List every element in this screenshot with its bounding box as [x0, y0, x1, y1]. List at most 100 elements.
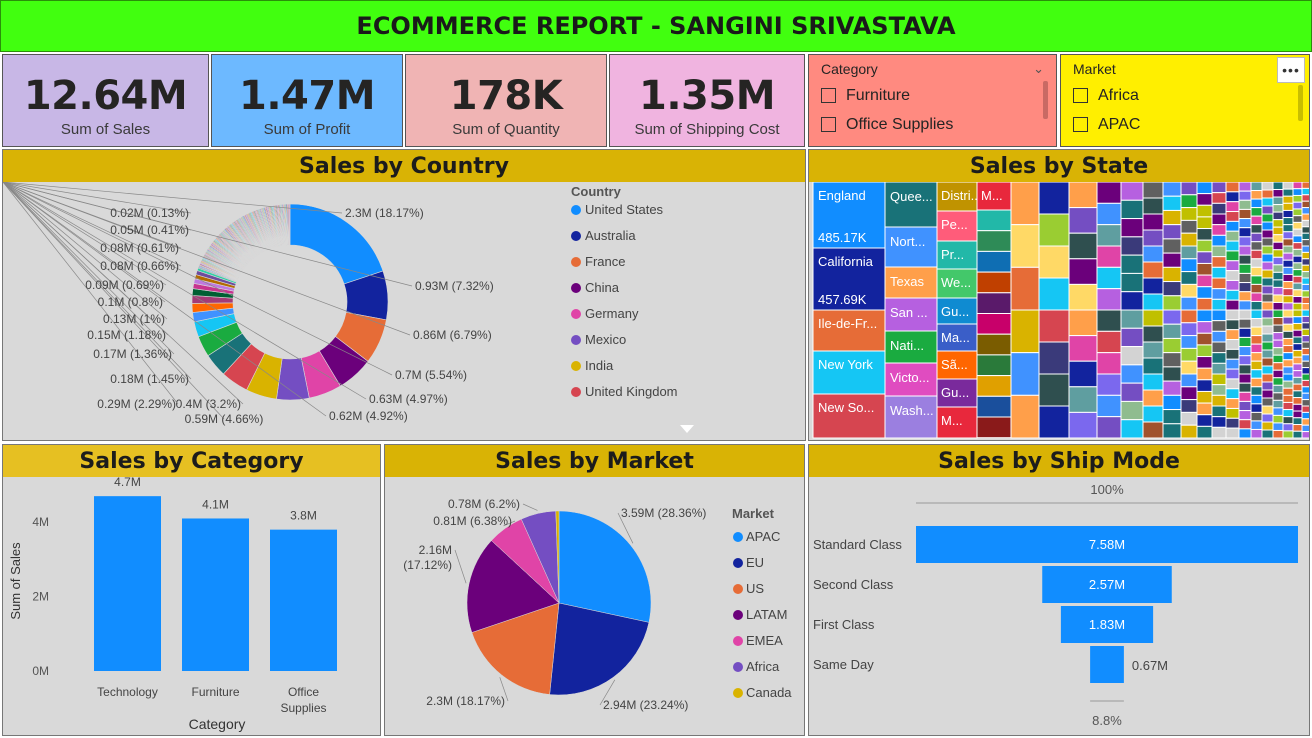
legend-item: EMEA — [746, 633, 783, 648]
treemap-tile — [1211, 320, 1227, 332]
treemap-tile — [1292, 349, 1303, 358]
treemap-tile — [1238, 208, 1252, 220]
treemap-tile — [1261, 389, 1274, 399]
category-slicer[interactable]: Category ⌄ Furniture Office Supplies — [808, 54, 1057, 147]
treemap-tile — [1272, 286, 1284, 296]
kpi-card-shipping-cost[interactable]: 1.35M Sum of Shipping Cost — [609, 54, 805, 147]
treemap-tile — [1301, 367, 1309, 375]
shipmode-funnel-chart[interactable]: 100% Standard Class 7.58M Second Class 2.57M… — [809, 477, 1310, 736]
chevron-down-icon[interactable]: ⌄ — [1033, 61, 1044, 77]
treemap-tile — [1120, 182, 1144, 201]
treemap-tile — [1120, 199, 1144, 220]
market-slicer[interactable]: Market Africa APAC ••• — [1060, 54, 1310, 147]
tile-label: Ma... — [941, 330, 970, 345]
treemap-tile — [1225, 191, 1240, 203]
treemap-tile — [1142, 245, 1164, 263]
ellipsis-icon[interactable]: ••• — [1277, 57, 1305, 83]
treemap-tile — [1225, 329, 1240, 341]
treemap-tile — [1272, 196, 1284, 206]
funnel-value-label: 2.57M — [1089, 577, 1125, 592]
tile-label: California — [818, 254, 874, 269]
treemap-tile — [1142, 213, 1164, 231]
kpi-card-profit[interactable]: 1.47M Sum of Profit — [211, 54, 403, 147]
treemap-tile — [1261, 245, 1274, 255]
treemap-tile — [1196, 204, 1213, 218]
treemap-tile — [976, 333, 1012, 356]
kpi-card-sales[interactable]: 12.64M Sum of Sales — [2, 54, 209, 147]
checkbox[interactable] — [1073, 117, 1088, 132]
legend-item: LATAM — [746, 607, 787, 622]
market-pie-chart[interactable]: 3.59M (28.36%) 2.94M (23.24%) 2.3M (18.17%… — [385, 477, 805, 736]
legend-item: India — [585, 358, 614, 373]
treemap-tile — [1292, 302, 1303, 311]
kpi-card-quantity[interactable]: 178K Sum of Quantity — [405, 54, 607, 147]
treemap-tile — [976, 375, 1012, 397]
treemap-tile — [1211, 213, 1227, 226]
funnel-top-label: 100% — [1090, 482, 1124, 497]
treemap-tile — [1196, 286, 1213, 299]
treemap-tile — [1238, 291, 1252, 302]
report-title: ECOMMERCE REPORT - SANGINI SRIVASTAVA — [356, 12, 956, 40]
treemap-tile — [1211, 373, 1227, 386]
country-donut-chart[interactable]: 2.3M (18.17%) 0.93M (7.32%) 0.86M (6.79%) 0… — [3, 182, 806, 441]
treemap-tile — [1292, 269, 1303, 277]
treemap-tile — [1096, 309, 1122, 332]
treemap-tile — [1261, 349, 1274, 359]
treemap-tile — [1292, 343, 1303, 351]
treemap-tile — [1282, 266, 1294, 275]
treemap-tile — [1162, 182, 1182, 197]
checkbox[interactable] — [821, 88, 836, 103]
slicer-scrollbar[interactable] — [1043, 81, 1048, 119]
treemap-tile — [1162, 238, 1182, 254]
slicer-option-africa[interactable]: Africa — [1073, 81, 1297, 110]
state-treemap-chart[interactable]: England 485.17K California 457.69K Ile-de-Fr… — [809, 182, 1310, 441]
label-leader-line — [522, 503, 538, 511]
treemap-tile — [1096, 416, 1122, 439]
treemap-tile — [1292, 182, 1303, 190]
legend-item: US — [746, 581, 764, 596]
tile-label: 457.69K — [818, 292, 867, 307]
treemap-tile — [1238, 346, 1252, 357]
treemap-tile — [1162, 195, 1182, 211]
slicer-option-office-supplies[interactable]: Office Supplies — [821, 110, 1044, 139]
treemap-tile — [1142, 277, 1164, 295]
treemap-tile — [1272, 324, 1284, 334]
treemap-tile — [1261, 269, 1274, 279]
tile-label: 485.17K — [818, 230, 867, 245]
kpi-value: 12.64M — [23, 73, 188, 119]
treemap-tile — [1292, 188, 1303, 196]
treemap-tile — [1282, 224, 1294, 233]
legend-marker — [733, 584, 743, 594]
slicer-scrollbar[interactable] — [1298, 85, 1303, 121]
slicer-option-furniture[interactable]: Furniture — [821, 81, 1044, 110]
treemap-tile — [1272, 294, 1284, 303]
treemap-tile — [1250, 207, 1263, 217]
treemap-tile — [1238, 309, 1252, 320]
checkbox[interactable] — [821, 117, 836, 132]
tile-label: Nort... — [890, 234, 925, 249]
treemap-tile — [1292, 221, 1303, 230]
tile-label: Ile-de-Fr... — [818, 316, 877, 331]
tile-label: Pe... — [941, 217, 968, 232]
treemap-tile — [1238, 373, 1252, 384]
treemap-tile — [1211, 341, 1227, 354]
scroll-down-icon — [680, 425, 694, 433]
treemap-tile — [1282, 273, 1294, 283]
treemap-tile — [1282, 238, 1294, 247]
category-bar-chart[interactable]: 0M 2M 4M Sum of Sales 4.7M Technology 4.1M Furn… — [3, 477, 381, 736]
treemap-tile — [1180, 424, 1198, 439]
treemap-tile — [1250, 318, 1263, 328]
kpi-label: Sum of Shipping Cost — [634, 121, 780, 138]
treemap-tile — [1272, 339, 1284, 349]
y-tick-label: 2M — [32, 590, 49, 604]
slicer-option-apac[interactable]: APAC — [1073, 110, 1297, 139]
treemap-tile — [1068, 360, 1098, 388]
treemap-tile — [1196, 390, 1213, 404]
sales-by-country-panel: Sales by Country 2.3M (18.17%) 0.93M (7.3… — [2, 149, 806, 441]
treemap-tile — [1196, 216, 1213, 230]
y-tick-label: 4M — [32, 515, 49, 529]
checkbox[interactable] — [1073, 88, 1088, 103]
treemap-tile — [1142, 182, 1164, 199]
treemap-tile — [1010, 266, 1040, 311]
treemap-tile — [1301, 207, 1309, 215]
